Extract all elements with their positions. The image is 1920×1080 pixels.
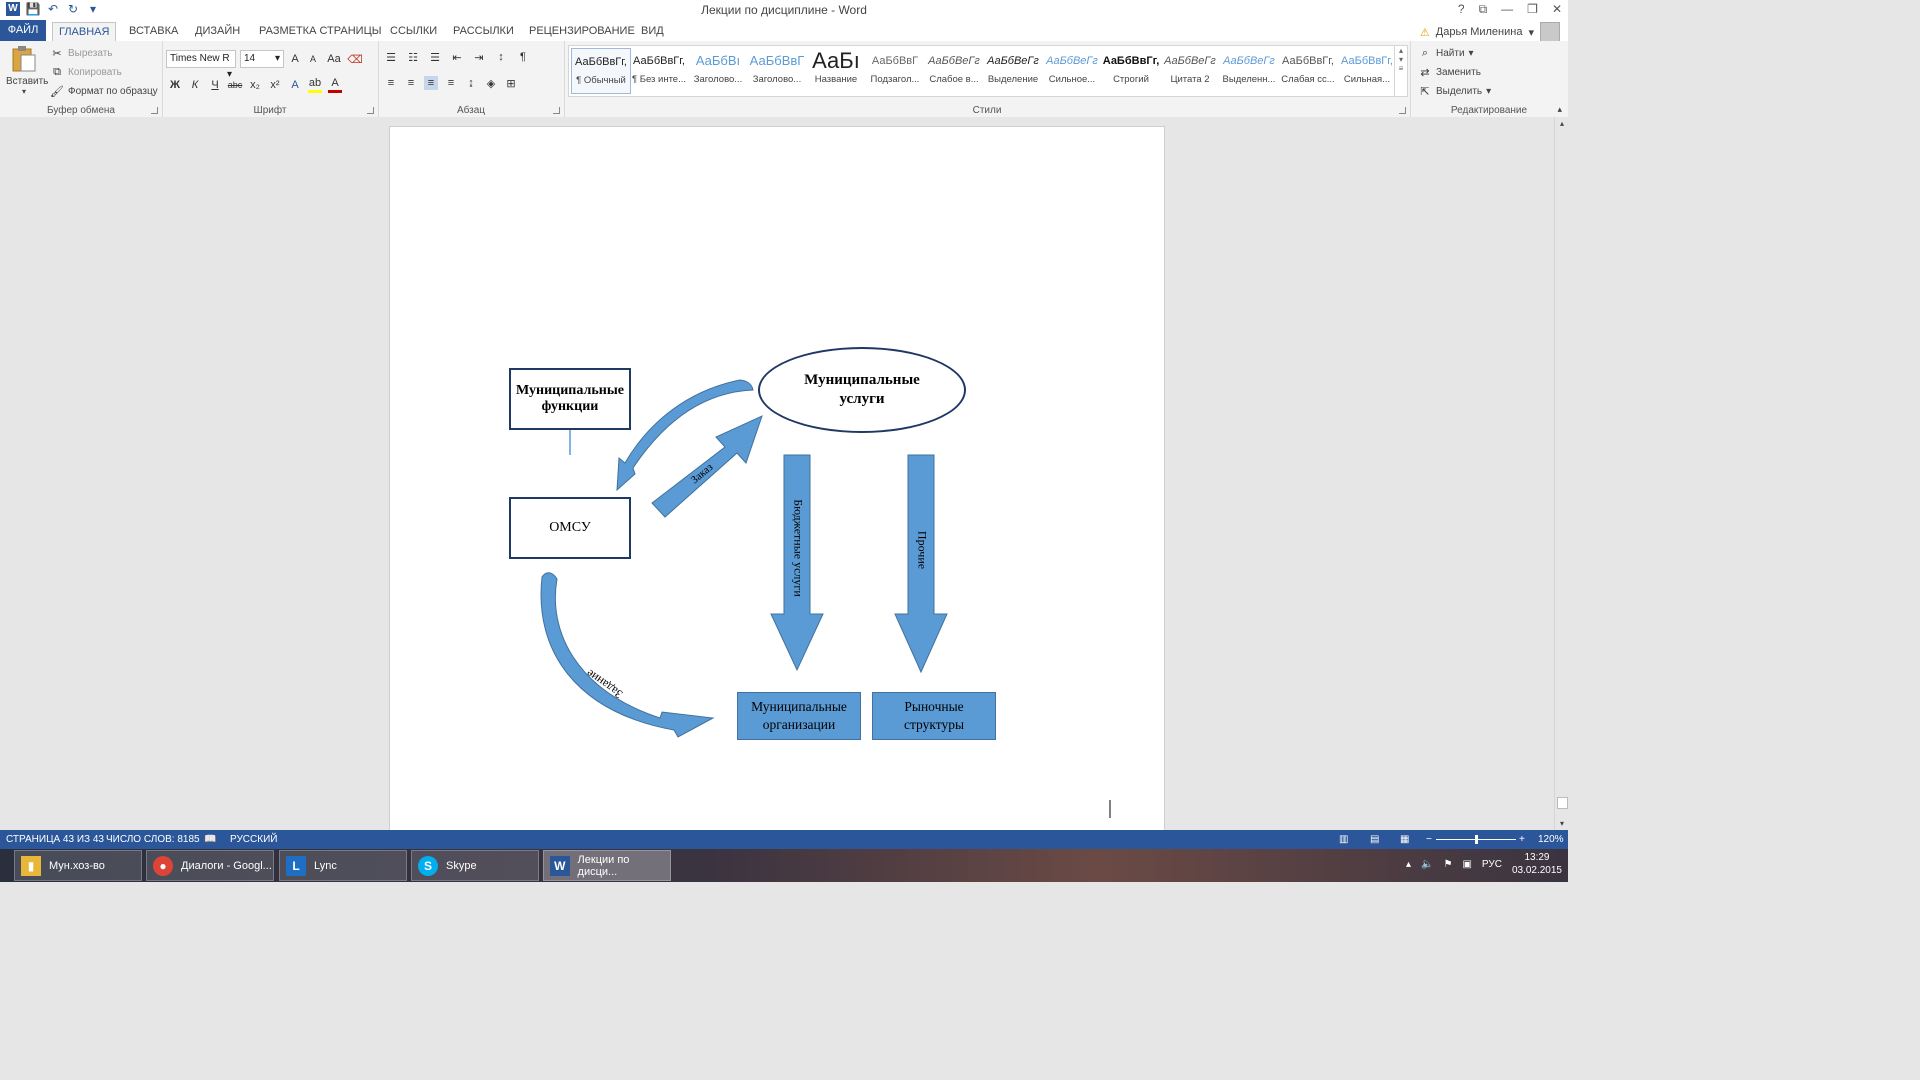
taskbar-item-label: Skype — [446, 859, 477, 872]
taskbar-item-label: Мун.хоз-во — [49, 859, 105, 872]
zoom-in-icon[interactable]: + — [1519, 834, 1525, 845]
taskbar-item-word[interactable]: W Лекции по дисци... — [543, 850, 671, 881]
print-layout-icon[interactable]: ▤ — [1370, 834, 1379, 845]
taskbar-item-label: Лекции по дисци... — [577, 853, 630, 878]
read-mode-icon[interactable]: ▥ — [1339, 834, 1348, 845]
page-counter[interactable]: СТРАНИЦА 43 ИЗ 43 — [6, 834, 104, 845]
clock[interactable]: 13:29 03.02.2015 — [1512, 851, 1562, 877]
zoom-level[interactable]: 120% — [1538, 834, 1564, 845]
taskbar-item-label: Lync — [314, 859, 337, 872]
task-curved-arrow — [540, 572, 715, 738]
zoom-slider-thumb[interactable] — [1475, 835, 1478, 844]
show-hidden-icons-icon[interactable]: ▴ — [1406, 859, 1411, 870]
zoom-out-icon[interactable]: − — [1426, 834, 1432, 845]
municipal-functions-box[interactable]: Муниципальные функции — [509, 368, 631, 430]
other-label: Прочие — [915, 531, 929, 569]
chrome-icon: ● — [153, 855, 173, 876]
taskbar-item-label: Диалоги - Googl... — [181, 859, 272, 872]
skype-icon: S — [418, 855, 438, 876]
clock-time: 13:29 — [1524, 852, 1550, 863]
scroll-down-icon[interactable]: ▾ — [1555, 819, 1569, 828]
diagram-arrows: Заказ Бюджетные услуги Прочие Задание — [540, 379, 1111, 818]
scroll-thumb[interactable] — [1557, 797, 1568, 809]
word-count[interactable]: ЧИСЛО СЛОВ: 8185 — [106, 834, 200, 845]
municipal-services-ellipse[interactable]: Муниципальные услуги — [758, 347, 966, 433]
taskbar-item-folder[interactable]: ▮ Мун.хоз-во — [14, 850, 142, 881]
vertical-scrollbar[interactable]: ▴ ▾ — [1554, 117, 1569, 830]
taskbar-item-skype[interactable]: S Skype — [411, 850, 539, 881]
taskbar-item-chrome[interactable]: ● Диалоги - Googl... — [146, 850, 274, 881]
taskbar: ▮ Мун.хоз-во ● Диалоги - Googl... L Lync… — [0, 849, 1568, 882]
network-icon[interactable]: ▣ — [1462, 859, 1471, 870]
system-tray: ▴ 🔈 ⚑ ▣ РУС 13:29 03.02.2015 — [1406, 851, 1562, 877]
word-icon: W — [550, 855, 570, 876]
omsu-box[interactable]: ОМСУ — [509, 497, 631, 559]
lync-icon: L — [286, 855, 306, 876]
taskbar-item-lync[interactable]: L Lync — [279, 850, 407, 881]
budget-services-label: Бюджетные услуги — [791, 499, 805, 597]
folder-icon: ▮ — [21, 855, 41, 876]
market-structures-box[interactable]: Рыночные структуры — [872, 692, 996, 740]
volume-icon[interactable]: 🔈 — [1421, 859, 1433, 870]
status-bar: СТРАНИЦА 43 ИЗ 43 ЧИСЛО СЛОВ: 8185 📖 РУС… — [0, 830, 1568, 849]
web-layout-icon[interactable]: ▦ — [1400, 834, 1409, 845]
language-indicator[interactable]: РУССКИЙ — [230, 834, 277, 845]
flag-icon[interactable]: ⚑ — [1443, 859, 1452, 870]
scroll-up-icon[interactable]: ▴ — [1555, 119, 1569, 128]
input-language[interactable]: РУС — [1482, 859, 1502, 870]
municipal-organizations-box[interactable]: Муниципальные организации — [737, 692, 861, 740]
clock-date: 03.02.2015 — [1511, 865, 1562, 876]
proofing-icon[interactable]: 📖 — [204, 834, 216, 845]
